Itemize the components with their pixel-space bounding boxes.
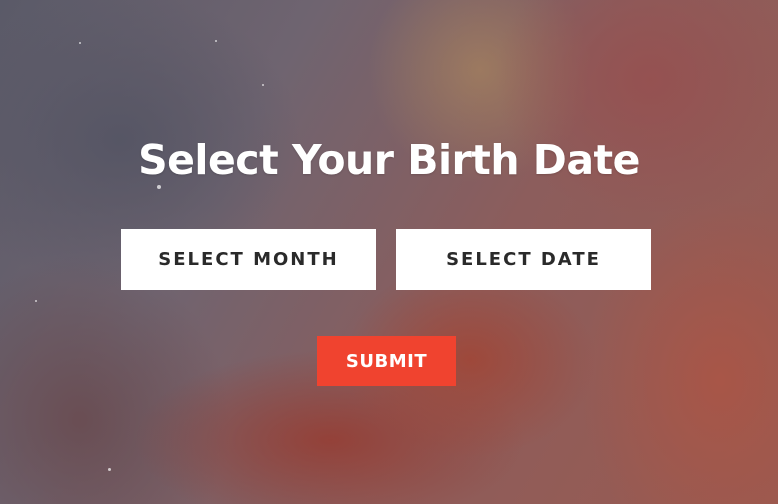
month-select[interactable]: SELECT MONTH <box>121 229 376 290</box>
star <box>215 40 217 42</box>
star <box>157 185 161 189</box>
date-select[interactable]: SELECT DATE <box>396 229 651 290</box>
star <box>108 468 111 471</box>
date-select-label: SELECT DATE <box>446 249 601 270</box>
nebula-background: Select Your Birth Date SELECT MONTH SELE… <box>0 0 778 504</box>
star <box>262 84 264 86</box>
star <box>35 300 37 302</box>
submit-button-label: SUBMIT <box>345 350 428 372</box>
month-select-label: SELECT MONTH <box>158 249 339 270</box>
star <box>79 42 81 44</box>
page-title: Select Your Birth Date <box>138 136 640 184</box>
submit-button[interactable]: SUBMIT <box>317 336 456 386</box>
